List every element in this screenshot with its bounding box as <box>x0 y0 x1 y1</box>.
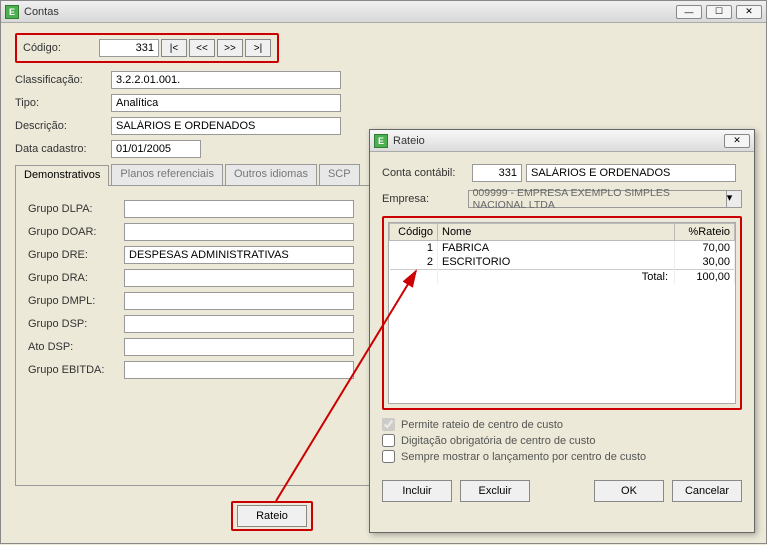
grupo-ebitda-label: Grupo EBITDA: <box>28 364 124 376</box>
empresa-label: Empresa: <box>382 193 468 205</box>
total-value: 100,00 <box>675 270 735 285</box>
maximize-button[interactable]: ☐ <box>706 5 732 19</box>
incluir-button[interactable]: Incluir <box>382 480 452 502</box>
cell-nome: FABRICA <box>438 241 675 256</box>
tipo-label: Tipo: <box>15 97 111 109</box>
grupo-dmpl-input[interactable] <box>124 292 354 310</box>
nav-last-button[interactable]: >| <box>245 39 271 57</box>
grupo-dmpl-label: Grupo DMPL: <box>28 295 124 307</box>
tab-demonstrativos[interactable]: Demonstrativos <box>15 165 109 186</box>
tipo-input[interactable] <box>111 94 341 112</box>
cell-pct: 30,00 <box>675 255 735 270</box>
grupo-dlpa-input[interactable] <box>124 200 354 218</box>
rateio-dialog: E Rateio ✕ Conta contábil: Empresa: 0099… <box>369 129 755 533</box>
chk-sempre-label: Sempre mostrar o lançamento por centro d… <box>401 451 646 463</box>
checkbox-group: Permite rateio de centro de custo Digita… <box>382 418 742 463</box>
dialog-close-button[interactable]: ✕ <box>724 134 750 148</box>
descricao-label: Descrição: <box>15 120 111 132</box>
nav-prev-button[interactable]: << <box>189 39 215 57</box>
chk-permite-rateio[interactable]: Permite rateio de centro de custo <box>382 418 742 431</box>
close-button[interactable]: ✕ <box>736 5 762 19</box>
empresa-select[interactable]: 009999 - EMPRESA EXEMPLO SIMPLES NACIONA… <box>468 190 727 208</box>
minimize-button[interactable]: — <box>676 5 702 19</box>
main-titlebar: E Contas — ☐ ✕ <box>1 1 766 23</box>
total-row: Total: 100,00 <box>390 270 735 285</box>
rateio-button[interactable]: Rateio <box>237 505 307 527</box>
nav-next-button[interactable]: >> <box>217 39 243 57</box>
chk-digitacao-input[interactable] <box>382 434 395 447</box>
nav-first-button[interactable]: |< <box>161 39 187 57</box>
data-cadastro-label: Data cadastro: <box>15 143 111 155</box>
conta-name-input[interactable] <box>526 164 736 182</box>
table-row[interactable]: 2 ESCRITORIO 30,00 <box>390 255 735 270</box>
grupo-dra-input[interactable] <box>124 269 354 287</box>
dialog-titlebar: E Rateio ✕ <box>370 130 754 152</box>
app-icon: E <box>5 5 19 19</box>
tab-planos-referenciais[interactable]: Planos referenciais <box>111 164 223 185</box>
chk-permite-label: Permite rateio de centro de custo <box>401 419 563 431</box>
total-label: Total: <box>438 270 675 285</box>
codigo-highlight: Código: |< << >> >| <box>15 33 279 63</box>
tab-outros-idiomas[interactable]: Outros idiomas <box>225 164 317 185</box>
grupo-dlpa-label: Grupo DLPA: <box>28 203 124 215</box>
grupo-dra-label: Grupo DRA: <box>28 272 124 284</box>
grupo-ebitda-input[interactable] <box>124 361 354 379</box>
chk-permite-input[interactable] <box>382 418 395 431</box>
chk-digitacao-label: Digitação obrigatória de centro de custo <box>401 435 595 447</box>
col-codigo-header[interactable]: Código <box>390 224 438 241</box>
codigo-label: Código: <box>23 42 99 54</box>
cancelar-button[interactable]: Cancelar <box>672 480 742 502</box>
grupo-dsp-input[interactable] <box>124 315 354 333</box>
conta-contabil-label: Conta contábil: <box>382 167 472 179</box>
tab-scp[interactable]: SCP <box>319 164 360 185</box>
chk-sempre[interactable]: Sempre mostrar o lançamento por centro d… <box>382 450 742 463</box>
grupo-dsp-label: Grupo DSP: <box>28 318 124 330</box>
classificacao-input[interactable] <box>111 71 341 89</box>
grupo-dre-label: Grupo DRE: <box>28 249 124 261</box>
cell-codigo: 2 <box>390 255 438 270</box>
conta-code-input[interactable] <box>472 164 522 182</box>
cell-nome: ESCRITORIO <box>438 255 675 270</box>
cell-codigo: 1 <box>390 241 438 256</box>
ok-button[interactable]: OK <box>594 480 664 502</box>
excluir-button[interactable]: Excluir <box>460 480 530 502</box>
dialog-title: Rateio <box>393 135 425 147</box>
rateio-grid[interactable]: Código Nome %Rateio 1 FABRICA 70,00 2 <box>388 222 736 404</box>
grupo-doar-input[interactable] <box>124 223 354 241</box>
data-cadastro-input[interactable] <box>111 140 201 158</box>
grupo-doar-label: Grupo DOAR: <box>28 226 124 238</box>
ato-dsp-label: Ato DSP: <box>28 341 124 353</box>
dialog-icon: E <box>374 134 388 148</box>
rateio-grid-highlight: Código Nome %Rateio 1 FABRICA 70,00 2 <box>382 216 742 410</box>
table-row[interactable]: 1 FABRICA 70,00 <box>390 241 735 256</box>
col-nome-header[interactable]: Nome <box>438 224 675 241</box>
classificacao-label: Classificação: <box>15 74 111 86</box>
codigo-input[interactable] <box>99 39 159 57</box>
grupo-dre-input[interactable] <box>124 246 354 264</box>
cell-pct: 70,00 <box>675 241 735 256</box>
chk-sempre-input[interactable] <box>382 450 395 463</box>
rateio-highlight: Rateio <box>231 501 313 531</box>
window-title: Contas <box>24 6 59 18</box>
empresa-dropdown-icon[interactable]: ▾ <box>727 190 742 208</box>
col-pct-header[interactable]: %Rateio <box>675 224 735 241</box>
chk-digitacao[interactable]: Digitação obrigatória de centro de custo <box>382 434 742 447</box>
ato-dsp-input[interactable] <box>124 338 354 356</box>
descricao-input[interactable] <box>111 117 341 135</box>
